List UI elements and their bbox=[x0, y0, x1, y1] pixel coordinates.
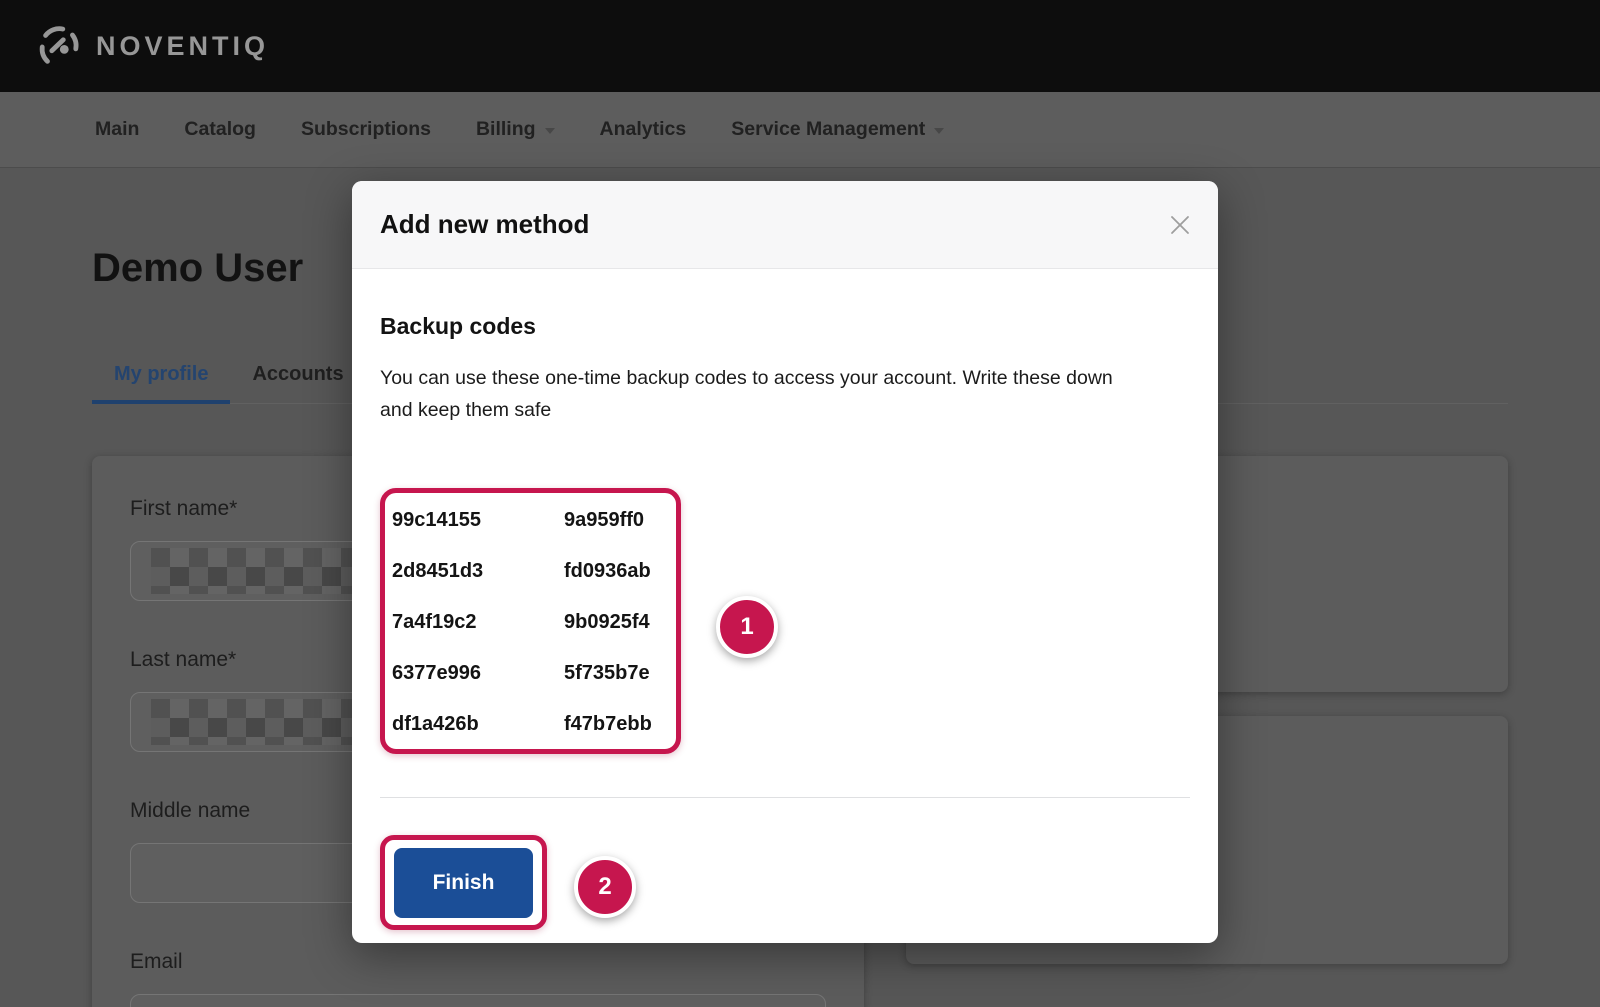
backup-code: 7a4f19c2 bbox=[392, 611, 564, 634]
close-button[interactable] bbox=[1158, 203, 1202, 247]
backup-codes-annotation-box: 99c14155 9a959ff0 2d8451d3 fd0936ab 7a4f… bbox=[380, 488, 681, 754]
close-icon bbox=[1168, 213, 1192, 237]
modal-title: Add new method bbox=[380, 209, 589, 240]
nav-item-billing[interactable]: Billing bbox=[476, 118, 555, 141]
nav-item-label: Main bbox=[95, 118, 139, 141]
nav-item-main[interactable]: Main bbox=[95, 118, 139, 141]
tab-my-profile[interactable]: My profile bbox=[92, 354, 230, 404]
backup-code: f47b7ebb bbox=[564, 713, 676, 736]
backup-code: 2d8451d3 bbox=[392, 560, 564, 583]
annotation-step-2: 2 bbox=[574, 856, 636, 918]
field-email: Email bbox=[130, 950, 826, 1007]
email-label: Email bbox=[130, 950, 826, 973]
redacted-value bbox=[151, 548, 381, 594]
nav-item-service-management[interactable]: Service Management bbox=[731, 118, 944, 141]
annotation-step-1: 1 bbox=[716, 596, 778, 658]
app-header: NOVENTIQ bbox=[0, 0, 1600, 92]
nav-item-analytics[interactable]: Analytics bbox=[600, 118, 687, 141]
backup-code: 6377e996 bbox=[392, 662, 564, 685]
nav-item-label: Service Management bbox=[731, 118, 925, 141]
backup-codes-description: You can use these one-time backup codes … bbox=[380, 362, 1138, 426]
backup-code: 9a959ff0 bbox=[564, 509, 676, 532]
email-input[interactable] bbox=[130, 994, 826, 1007]
backup-code: 5f735b7e bbox=[564, 662, 676, 685]
nav-item-label: Billing bbox=[476, 118, 536, 141]
brand-name: NOVENTIQ bbox=[96, 31, 269, 62]
nav-item-label: Catalog bbox=[184, 118, 256, 141]
nav-item-catalog[interactable]: Catalog bbox=[184, 118, 256, 141]
backup-code: 9b0925f4 bbox=[564, 611, 676, 634]
main-nav: Main Catalog Subscriptions Billing Analy… bbox=[0, 92, 1600, 168]
modal-body: Backup codes You can use these one-time … bbox=[352, 269, 1218, 940]
nav-item-label: Subscriptions bbox=[301, 118, 431, 141]
noventiq-logo-icon bbox=[36, 23, 82, 69]
nav-item-subscriptions[interactable]: Subscriptions bbox=[301, 118, 431, 141]
redacted-value bbox=[151, 699, 381, 745]
chevron-down-icon bbox=[934, 128, 944, 134]
modal-divider bbox=[380, 797, 1190, 798]
brand-logo[interactable]: NOVENTIQ bbox=[36, 23, 269, 69]
add-method-modal: Add new method Backup codes You can use … bbox=[352, 181, 1218, 943]
backup-code: fd0936ab bbox=[564, 560, 676, 583]
tab-accounts[interactable]: Accounts bbox=[230, 354, 365, 403]
backup-code: 99c14155 bbox=[392, 509, 564, 532]
nav-item-label: Analytics bbox=[600, 118, 687, 141]
finish-annotation-box: Finish bbox=[380, 835, 547, 930]
chevron-down-icon bbox=[545, 128, 555, 134]
backup-code: df1a426b bbox=[392, 713, 564, 736]
backup-codes-heading: Backup codes bbox=[380, 313, 1190, 340]
finish-button[interactable]: Finish bbox=[394, 848, 533, 918]
modal-header: Add new method bbox=[352, 181, 1218, 269]
